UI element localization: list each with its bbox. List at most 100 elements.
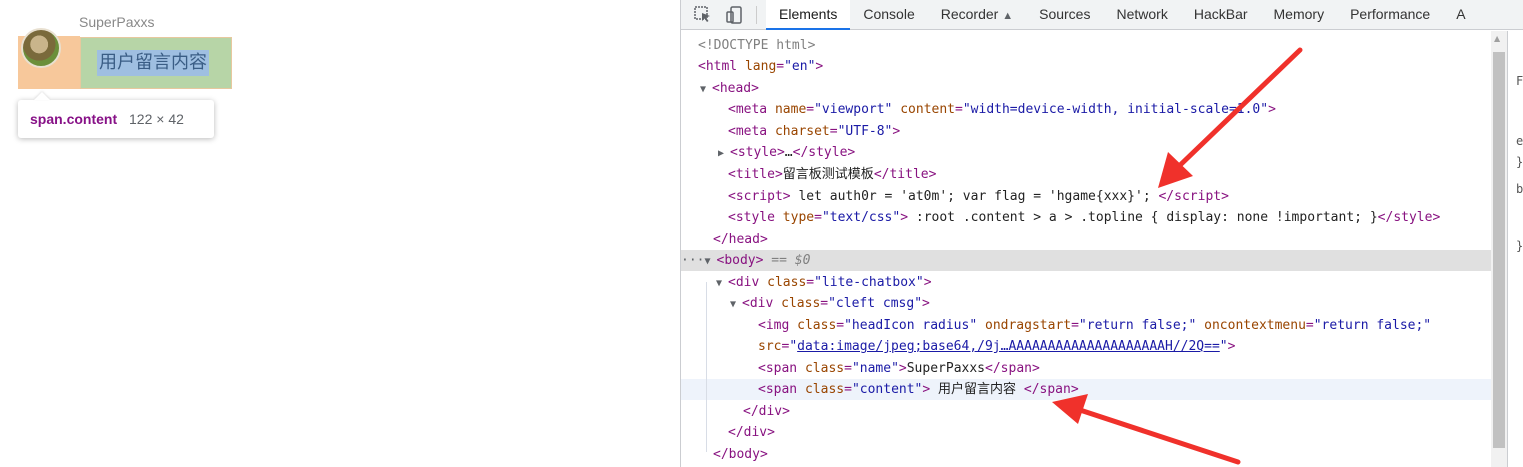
scroll-up-icon[interactable]: ▲ — [1494, 34, 1500, 43]
dom-token: < — [742, 296, 750, 311]
device-toolbar-icon[interactable] — [725, 5, 745, 25]
dom-token: > — [928, 167, 937, 182]
dom-token: < — [758, 318, 766, 333]
dom-token: > — [1031, 361, 1040, 376]
styles-pane-glyph: } — [1516, 239, 1523, 253]
dom-node-line[interactable]: </body> — [681, 444, 1491, 465]
dom-token: class — [797, 361, 845, 376]
dom-node-body-selected[interactable]: ···▼ <body> == $0 — [681, 250, 1491, 271]
dom-scrollbar-thumb[interactable] — [1493, 52, 1505, 448]
dom-token: body — [728, 447, 760, 462]
dom-token: > — [759, 232, 768, 247]
dom-token: "cleft cmsg" — [828, 296, 923, 311]
dom-node-line[interactable]: <style type="text/css"> :root .content >… — [681, 207, 1491, 228]
dom-token: meta — [735, 124, 768, 139]
more-dots-icon[interactable]: ··· — [681, 253, 704, 268]
dom-token: content — [892, 102, 956, 117]
dom-node-line[interactable]: <meta name="viewport" content="width=dev… — [681, 99, 1491, 120]
dom-token: script — [735, 189, 783, 204]
tab-performance[interactable]: Performance — [1337, 0, 1443, 30]
dom-tree: <!DOCTYPE html> <html lang="en"> ▼ <head> <m… — [681, 31, 1491, 467]
dom-token: </ — [713, 447, 729, 462]
dom-token: < — [730, 145, 738, 160]
expand-triangle-icon[interactable]: ▶ — [718, 143, 730, 164]
dom-token: </ — [713, 232, 729, 247]
avatar — [21, 28, 61, 68]
dom-node-line[interactable]: <span class="name">SuperPaxxs</span> — [681, 358, 1491, 379]
dom-node-line[interactable]: </head> — [681, 229, 1491, 250]
dom-token: < — [728, 275, 736, 290]
dom-node-line[interactable]: <html lang="en"> — [681, 56, 1491, 77]
collapse-triangle-icon[interactable]: ▼ — [730, 294, 742, 315]
dom-token: > — [774, 167, 783, 182]
dom-node-line[interactable]: <!DOCTYPE html> — [681, 35, 1491, 56]
devtools-tabs: Elements Console Recorder ▲ Sources Netw… — [766, 0, 1479, 30]
dom-token: > — [1268, 102, 1276, 117]
styles-pane-glyph: F — [1516, 74, 1523, 88]
tab-elements[interactable]: Elements — [766, 0, 851, 30]
flask-icon: ▲ — [1002, 10, 1014, 22]
dom-token: meta — [735, 102, 768, 117]
collapse-triangle-icon[interactable]: ▼ — [716, 273, 728, 294]
tab-recorder[interactable]: Recorder ▲ — [928, 0, 1026, 30]
inspect-element-icon[interactable] — [693, 5, 713, 25]
collapse-triangle-icon[interactable]: ▼ — [700, 79, 712, 100]
tab-network[interactable]: Network — [1103, 0, 1180, 30]
dom-token: class — [773, 296, 821, 311]
dom-node-line[interactable]: <title>留言板测试模板</title> — [681, 164, 1491, 185]
dom-token: > — [898, 361, 907, 376]
message-content[interactable]: 用户留言内容 — [97, 50, 209, 76]
dom-node-line[interactable]: ▼ <div class="cleft cmsg"> — [681, 293, 1491, 314]
dom-node-line[interactable]: <img class="headIcon radius" ondragstart… — [681, 315, 1491, 336]
dom-token: style — [735, 210, 775, 225]
dom-token: 留言板测试模板 — [782, 167, 874, 182]
dom-token: > — [1221, 189, 1229, 204]
dom-node-line[interactable]: <meta charset="UTF-8"> — [681, 121, 1491, 142]
dom-token: … — [784, 145, 793, 160]
tooltip-selector: span.content — [30, 111, 118, 127]
inspect-tooltip: span.content 122 × 42 — [18, 100, 214, 138]
dom-token: "UTF-8" — [837, 124, 893, 139]
dom-token: </ — [873, 167, 890, 182]
dom-token: "name" — [851, 361, 899, 376]
dom-node-line[interactable]: ▼ <div class="lite-chatbox"> — [681, 272, 1491, 293]
dom-token: </ — [1023, 382, 1040, 397]
tab-memory[interactable]: Memory — [1261, 0, 1338, 30]
dom-node-line[interactable]: ▶ <style>…</style> — [681, 142, 1491, 163]
dom-token: < — [698, 59, 706, 74]
tab-overflow[interactable]: A — [1443, 0, 1478, 30]
dom-node-line[interactable]: </div> — [681, 401, 1491, 422]
dom-token: span — [1000, 361, 1032, 376]
tab-sources[interactable]: Sources — [1026, 0, 1103, 30]
styles-pane-edge: Fe} b} — [1507, 31, 1523, 467]
dom-token: < — [728, 102, 736, 117]
dom-token: > — [1432, 210, 1441, 225]
src-link[interactable]: data:image/jpeg;base64,/9j…AAAAAAAAAAAAA… — [797, 339, 1220, 354]
dom-token: > — [782, 189, 791, 204]
dom-token: script — [1174, 189, 1222, 204]
dom-token: style — [737, 145, 777, 160]
tab-hackbar[interactable]: HackBar — [1181, 0, 1261, 30]
dom-token: body — [724, 253, 756, 268]
dom-token: " — [789, 339, 798, 354]
dom-node-line[interactable]: <script> let auth0r = 'at0m'; var flag =… — [681, 186, 1491, 207]
dom-node-line[interactable]: ▼ <head> — [681, 78, 1491, 99]
tree-guide-line — [706, 282, 707, 452]
collapse-triangle-icon[interactable]: ▼ — [704, 251, 716, 272]
dom-token: src — [758, 339, 782, 354]
tab-console[interactable]: Console — [850, 0, 927, 30]
dom-token: title — [735, 167, 775, 182]
dom-token: = — [814, 210, 822, 225]
styles-pane-glyph: } — [1516, 155, 1523, 169]
dom-token: < — [728, 167, 736, 182]
dom-token: </ — [1158, 189, 1175, 204]
dom-token: = — [844, 382, 852, 397]
dom-token: < — [728, 189, 736, 204]
dom-token: img — [765, 318, 790, 333]
dom-token: = — [806, 102, 815, 117]
dom-node-line[interactable]: src="data:image/jpeg;base64,/9j…AAAAAAAA… — [681, 336, 1491, 357]
dom-token: "headIcon radius" — [844, 318, 978, 333]
dom-node-line[interactable]: </div> — [681, 422, 1491, 443]
dom-node-line[interactable]: <span class="content"> 用户留言内容 </span> — [681, 379, 1491, 400]
screen: SuperPaxxs 用户留言内容 span.content 122 × 42 … — [0, 0, 1523, 467]
